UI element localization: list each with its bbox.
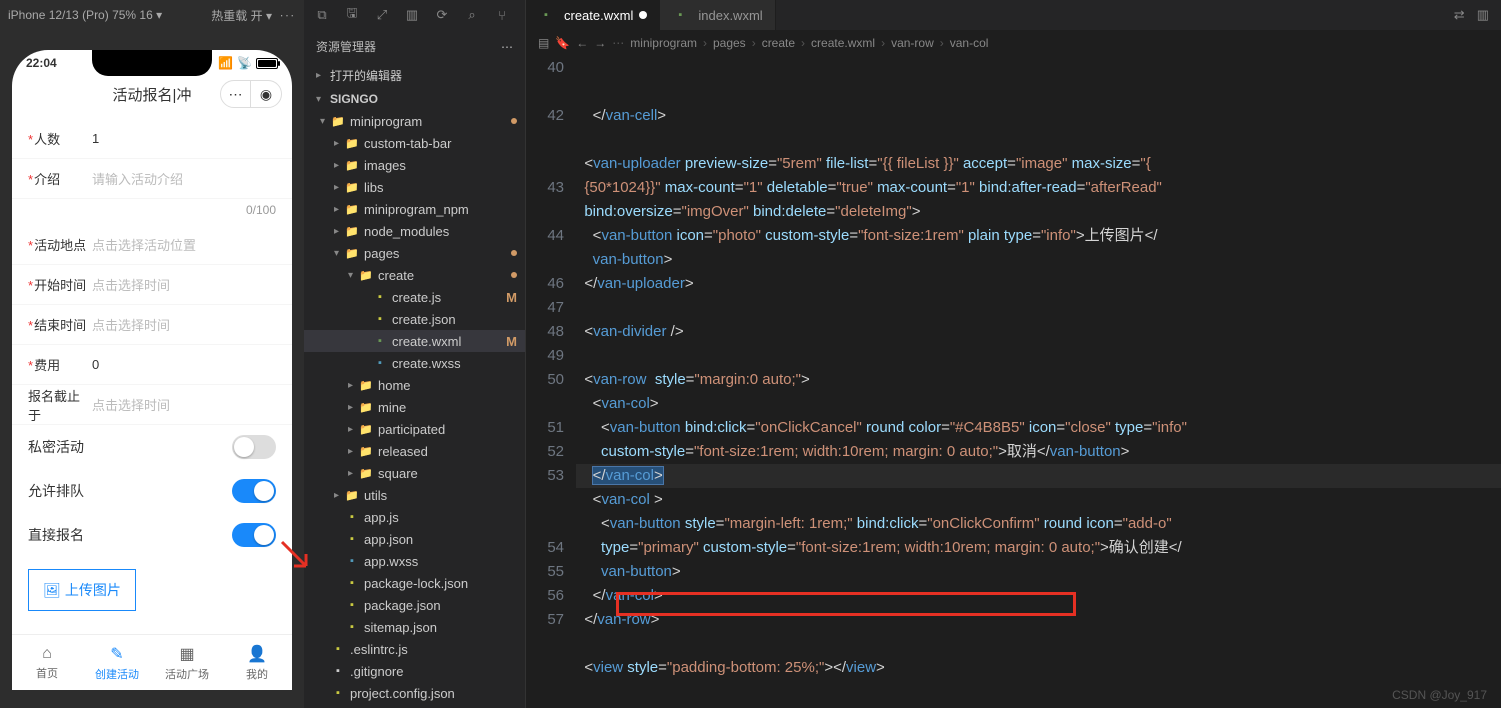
split-icon[interactable]: ▥ <box>1477 7 1489 23</box>
capsule[interactable]: ⋯◉ <box>220 80 282 108</box>
intro-counter: 0/100 <box>12 199 292 225</box>
status-time: 22:04 <box>26 56 57 70</box>
file-app.json[interactable]: ▪app.json <box>304 528 525 550</box>
field-start[interactable]: *开始时间点击选择时间 <box>12 265 292 305</box>
field-place[interactable]: *活动地点点击选择活动位置 <box>12 225 292 265</box>
file-.eslintrc.js[interactable]: ▪.eslintrc.js <box>304 638 525 660</box>
file-.gitignore[interactable]: ▪.gitignore <box>304 660 525 682</box>
file-app.js[interactable]: ▪app.js <box>304 506 525 528</box>
explorer-panel: ⧉ 🖫 ⤢ ▥ ⟳ ⌕ ⑂ 资源管理器 ⋯ ▸打开的编辑器 ▾SIGNGO ▾📁m… <box>304 0 526 708</box>
save-icon[interactable]: 🖫 <box>344 4 360 26</box>
file-package.json[interactable]: ▪package.json <box>304 594 525 616</box>
folder-utils[interactable]: ▸📁utils <box>304 484 525 506</box>
device-selector[interactable]: iPhone 12/13 (Pro) 75% 16 ▾ <box>8 8 203 22</box>
opened-editors-section[interactable]: ▸打开的编辑器 <box>304 63 525 88</box>
switch-private-label: 私密活动 <box>28 437 84 457</box>
explorer-title: 资源管理器 <box>316 38 376 55</box>
editor-tab-create.wxml[interactable]: ▪create.wxml <box>526 0 660 30</box>
upload-button[interactable]: 🖼 上传图片 <box>28 569 136 611</box>
branch-icon[interactable]: ⑂ <box>494 8 510 23</box>
folder-home[interactable]: ▸📁home <box>304 374 525 396</box>
folder-create[interactable]: ▾📁create <box>304 264 525 286</box>
tab-create[interactable]: ✎创建活动 <box>82 635 152 690</box>
field-intro[interactable]: *介绍请输入活动介绍 <box>12 159 292 199</box>
capsule-close-icon[interactable]: ◉ <box>251 81 281 107</box>
project-section[interactable]: ▾SIGNGO <box>304 88 525 110</box>
folder-participated[interactable]: ▸📁participated <box>304 418 525 440</box>
folder-libs[interactable]: ▸📁libs <box>304 176 525 198</box>
phone-frame: 22:04 📶📡 活动报名|冲 ⋯◉ *人数1 *介绍请输入活动介绍 0/100… <box>12 50 292 690</box>
field-deadline[interactable]: 报名截止于点击选择时间 <box>12 385 292 425</box>
folder-images[interactable]: ▸📁images <box>304 154 525 176</box>
tab-square[interactable]: ▦活动广场 <box>152 635 222 690</box>
file-app.wxss[interactable]: ▪app.wxss <box>304 550 525 572</box>
field-fee[interactable]: *费用0 <box>12 345 292 385</box>
explorer-toolbar: ⧉ 🖫 ⤢ ▥ ⟳ ⌕ ⑂ <box>304 0 525 30</box>
folder-custom-tab-bar[interactable]: ▸📁custom-tab-bar <box>304 132 525 154</box>
watermark: CSDN @Joy_917 <box>1392 688 1487 702</box>
simulator-panel: iPhone 12/13 (Pro) 75% 16 ▾ 热重载 开 ▾ ∙∙∙ … <box>0 0 304 708</box>
code-area[interactable]: 40424344464748495051525354555657 </van-c… <box>526 56 1501 708</box>
folder-square[interactable]: ▸📁square <box>304 462 525 484</box>
file-create.wxss[interactable]: ▪create.wxss <box>304 352 525 374</box>
folder-mine[interactable]: ▸📁mine <box>304 396 525 418</box>
file-sitemap.json[interactable]: ▪sitemap.json <box>304 616 525 638</box>
switch-queue[interactable] <box>232 479 276 503</box>
breadcrumb[interactable]: ▤🔖←→⋯miniprogram › pages › create › crea… <box>526 30 1501 56</box>
compare-icon[interactable]: ⇄ <box>1454 7 1465 23</box>
folder-node_modules[interactable]: ▸📁node_modules <box>304 220 525 242</box>
file-package-lock.json[interactable]: ▪package-lock.json <box>304 572 525 594</box>
switch-direct[interactable] <box>232 523 276 547</box>
reload-toggle[interactable]: 热重载 开 ▾ <box>211 7 272 24</box>
file-create.js[interactable]: ▪create.jsM <box>304 286 525 308</box>
expand-icon[interactable]: ⤢ <box>374 7 390 23</box>
page-title: 活动报名|冲 <box>113 87 192 104</box>
switch-queue-label: 允许排队 <box>28 481 84 501</box>
switch-direct-label: 直接报名 <box>28 525 84 545</box>
file-project.config.json[interactable]: ▪project.config.json <box>304 682 525 704</box>
tabbar: ⌂首页 ✎创建活动 ▦活动广场 👤我的 <box>12 634 292 690</box>
file-create.wxml[interactable]: ▪create.wxmlM <box>304 330 525 352</box>
search-icon[interactable]: ⌕ <box>464 7 480 23</box>
status-icons: 📶📡 <box>218 56 278 70</box>
file-create.json[interactable]: ▪create.json <box>304 308 525 330</box>
capsule-more-icon[interactable]: ⋯ <box>221 81 251 107</box>
editor-tabs: ▪create.wxml▪index.wxml ⇄ ▥ <box>526 0 1501 30</box>
editor-panel: ▪create.wxml▪index.wxml ⇄ ▥ ▤🔖←→⋯minipro… <box>526 0 1501 708</box>
folder-miniprogram_npm[interactable]: ▸📁miniprogram_npm <box>304 198 525 220</box>
explorer-more-icon[interactable]: ⋯ <box>501 40 513 54</box>
folder-miniprogram[interactable]: ▾📁miniprogram <box>304 110 525 132</box>
folder-pages[interactable]: ▾📁pages <box>304 242 525 264</box>
switch-private[interactable] <box>232 435 276 459</box>
layout-icon[interactable]: ▥ <box>404 7 420 23</box>
editor-tab-index.wxml[interactable]: ▪index.wxml <box>660 0 775 30</box>
field-end[interactable]: *结束时间点击选择时间 <box>12 305 292 345</box>
file-copy-icon[interactable]: ⧉ <box>314 7 330 23</box>
tab-mine[interactable]: 👤我的 <box>222 635 292 690</box>
refresh-icon[interactable]: ⟳ <box>434 7 450 23</box>
more-icon[interactable]: ∙∙∙ <box>280 8 296 22</box>
folder-released[interactable]: ▸📁released <box>304 440 525 462</box>
file-tree: ▾📁miniprogram▸📁custom-tab-bar▸📁images▸📁l… <box>304 110 525 708</box>
tab-home[interactable]: ⌂首页 <box>12 635 82 690</box>
field-people[interactable]: *人数1 <box>12 119 292 159</box>
notch <box>92 50 212 76</box>
